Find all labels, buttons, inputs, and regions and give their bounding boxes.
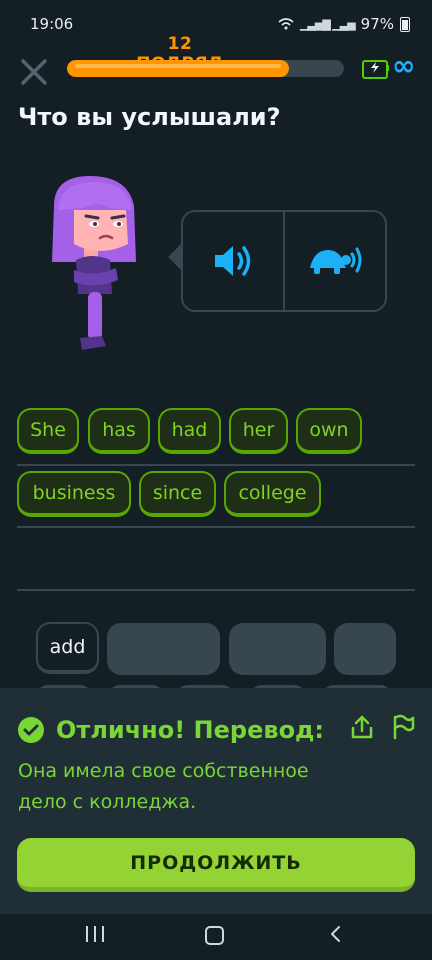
answer-word[interactable]: college bbox=[224, 471, 321, 517]
progress-fill bbox=[67, 60, 289, 77]
speech-bubble-tail bbox=[168, 243, 182, 271]
bank-slot bbox=[107, 623, 220, 675]
answer-line bbox=[17, 526, 415, 528]
answer-word[interactable]: She bbox=[17, 408, 79, 454]
flag-icon[interactable] bbox=[391, 714, 415, 740]
feedback-header: Отлично! Перевод: bbox=[18, 716, 324, 744]
bank-slot bbox=[334, 623, 396, 675]
answer-word[interactable]: own bbox=[296, 408, 362, 454]
back-icon[interactable] bbox=[326, 924, 346, 944]
speech-bubble bbox=[181, 210, 387, 312]
translation-text: Она имела свое собственное дело с коллед… bbox=[18, 760, 309, 813]
feedback-title: Отлично! Перевод: bbox=[56, 716, 325, 744]
lesson-header: 12 ПОДРЯД ∞ bbox=[0, 34, 432, 92]
play-audio-button[interactable] bbox=[183, 212, 283, 310]
answer-area: She has had her own business since colle… bbox=[17, 400, 415, 592]
battery-icon bbox=[400, 16, 410, 32]
status-time: 19:06 bbox=[30, 15, 74, 33]
answer-line bbox=[17, 464, 415, 466]
turtle-icon bbox=[310, 247, 362, 274]
answer-word[interactable]: has bbox=[88, 408, 150, 454]
answer-word[interactable]: business bbox=[17, 471, 131, 517]
continue-button[interactable]: ПРОДОЛЖИТЬ bbox=[17, 838, 415, 892]
system-nav-bar bbox=[0, 914, 432, 960]
answer-word[interactable]: her bbox=[229, 408, 288, 454]
energy-battery-icon[interactable] bbox=[362, 60, 388, 79]
battery-percent: 97% bbox=[360, 15, 394, 33]
lesson-progress-bar bbox=[67, 60, 344, 77]
bank-word[interactable]: add bbox=[36, 622, 99, 674]
character-illustration bbox=[52, 176, 136, 350]
close-icon[interactable] bbox=[18, 56, 50, 88]
status-system-icons: ▁▃▅▇ ▁▃▅ 97% bbox=[278, 15, 410, 33]
page-title: Что вы услышали? bbox=[18, 103, 281, 131]
speaker-icon bbox=[215, 246, 251, 276]
answer-line bbox=[17, 589, 415, 591]
check-icon bbox=[18, 717, 44, 743]
home-icon[interactable] bbox=[205, 926, 224, 945]
bank-slot bbox=[229, 623, 326, 675]
feedback-panel: Отлично! Перевод: Она имела свое собстве… bbox=[0, 688, 432, 914]
answer-word[interactable]: had bbox=[158, 408, 221, 454]
share-icon[interactable] bbox=[349, 714, 375, 740]
infinity-icon: ∞ bbox=[392, 49, 416, 82]
play-slow-audio-button[interactable] bbox=[285, 212, 385, 310]
signal-icon: ▁▃▅▇ ▁▃▅ bbox=[299, 17, 356, 31]
wifi-icon bbox=[278, 18, 294, 30]
energy-battery-tip bbox=[386, 65, 389, 71]
word-bank: add bbox=[0, 618, 432, 705]
recent-apps-icon[interactable] bbox=[86, 926, 104, 942]
answer-word[interactable]: since bbox=[139, 471, 216, 517]
